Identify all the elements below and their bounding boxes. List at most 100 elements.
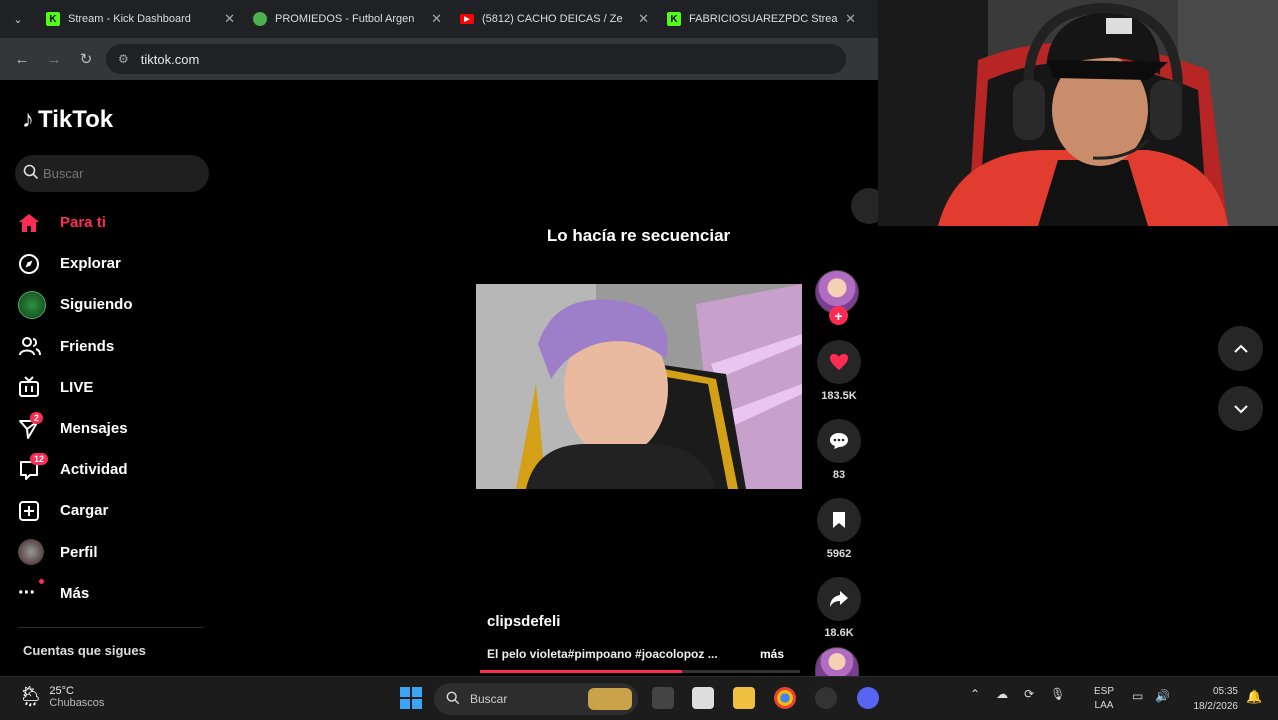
url-input[interactable]: ⚙ tiktok.com [106, 44, 846, 74]
discord-icon[interactable] [857, 687, 879, 709]
close-icon[interactable]: ✕ [431, 11, 442, 27]
clock[interactable]: 05:35 18/2/2026 [1182, 684, 1239, 714]
comment-icon[interactable] [817, 419, 861, 463]
task-view-icon[interactable] [652, 687, 674, 709]
store-icon[interactable] [692, 687, 714, 709]
forward-arrow-icon[interactable]: → [42, 47, 66, 71]
tiktok-page: ♪ TikTok Para ti Explorar Siguiendo [0, 80, 887, 683]
search-icon[interactable] [23, 164, 39, 183]
notifications-icon[interactable]: 🔔 [1246, 689, 1262, 705]
sidebar-item-label: Para ti [60, 214, 106, 232]
video-progress-bar[interactable] [480, 670, 800, 673]
reload-icon[interactable]: ↻ [74, 47, 98, 71]
previous-video-button[interactable] [1218, 326, 1263, 371]
sidebar-divider [18, 627, 204, 628]
browser-tab[interactable]: K Stream - Kick Dashboard ✕ [36, 0, 243, 38]
video-player[interactable] [476, 284, 802, 489]
browser-tab[interactable]: PROMIEDOS - Futbol Argen ✕ [243, 0, 450, 38]
weather-desc: Chubascos [49, 696, 105, 709]
site-settings-icon[interactable]: ⚙ [118, 52, 129, 66]
input-language[interactable]: ESP LAA [1094, 685, 1114, 713]
friends-icon [18, 334, 50, 358]
browser-tab[interactable]: ▶ (5812) CACHO DEICAS / Ze ✕ [450, 0, 657, 38]
sidebar-item-label: Friends [60, 337, 115, 355]
taskbar-search[interactable]: Buscar [434, 683, 638, 715]
save-action: 5962 [815, 498, 863, 562]
tab-title: Stream - Kick Dashboard [68, 13, 191, 25]
windows-taskbar: 🌦 25°C Chubascos Buscar ⌃ ☁ ⟳ 🎙 ESP LAA … [0, 676, 1278, 720]
weather-widget[interactable]: 🌦 25°C Chubascos [18, 684, 104, 709]
system-tray: ⌃ ☁ ⟳ 🎙 [970, 687, 1065, 701]
chevron-up-icon[interactable]: ⌃ [970, 687, 980, 701]
windows-start-icon[interactable] [400, 687, 422, 709]
search-input[interactable] [43, 166, 193, 181]
sidebar-item-label: Perfil [60, 543, 98, 561]
notification-dot [39, 579, 44, 585]
close-icon[interactable]: ✕ [845, 11, 856, 27]
next-video-button[interactable] [1218, 386, 1263, 431]
tab-title: FABRICIOSUAREZPDC Strea [689, 13, 838, 25]
bookmark-icon[interactable] [817, 498, 861, 542]
sidebar-item-actividad[interactable]: 12 Actividad [18, 449, 208, 490]
close-icon[interactable]: ✕ [224, 11, 235, 27]
sidebar-item-siguiendo[interactable]: Siguiendo [18, 284, 208, 325]
sidebar-item-label: Actividad [60, 461, 128, 479]
close-icon[interactable]: ✕ [638, 11, 649, 27]
promiedos-icon [253, 12, 267, 26]
video-author[interactable]: clipsdefeli [487, 613, 560, 630]
comment-count: 83 [832, 469, 846, 481]
browser-tab[interactable]: K FABRICIOSUAREZPDC Strea ✕ [657, 0, 864, 38]
sync-icon[interactable]: ⟳ [1024, 687, 1034, 701]
creator-avatar[interactable]: + [815, 270, 859, 325]
video-actions: + 183.5K 83 5962 18.6K [815, 270, 863, 683]
follow-plus-icon[interactable]: + [829, 306, 848, 325]
sidebar-item-live[interactable]: LIVE [18, 367, 208, 408]
save-count: 5962 [826, 548, 852, 560]
network-icon[interactable]: ▭ [1132, 689, 1143, 703]
sidebar-item-friends[interactable]: Friends [18, 326, 208, 367]
tab-search-chevron-icon[interactable]: ⌄ [0, 0, 36, 38]
tiktok-logo[interactable]: ♪ TikTok [22, 106, 113, 134]
chevron-down-icon [1233, 404, 1248, 413]
rain-cloud-icon: 🌦 [18, 686, 44, 708]
microphone-icon[interactable]: 🎙 [1050, 687, 1065, 701]
sidebar-item-cargar[interactable]: Cargar [18, 490, 208, 531]
clock-date: 18/2/2026 [1193, 701, 1239, 712]
share-count: 18.6K [824, 627, 854, 639]
sidebar-item-label: Explorar [60, 255, 121, 273]
obs-icon[interactable] [815, 687, 837, 709]
more-dots-icon: ··· [18, 579, 50, 605]
compass-icon [18, 252, 50, 276]
profile-avatar-icon [18, 539, 50, 566]
sidebar-item-mensajes[interactable]: 2 Mensajes [18, 408, 208, 449]
back-arrow-icon[interactable]: ← [10, 47, 34, 71]
file-explorer-icon[interactable] [733, 687, 755, 709]
sidebar-nav: Para ti Explorar Siguiendo Friends LIVE [18, 202, 208, 614]
sidebar-item-explorar[interactable]: Explorar [18, 243, 208, 284]
like-count: 183.5K [821, 390, 857, 402]
sidebar-item-label: Siguiendo [60, 296, 133, 314]
following-accounts-header: Cuentas que sigues [23, 643, 146, 658]
taskbar-search-label: Buscar [470, 692, 508, 706]
search-highlight-icon [588, 688, 632, 710]
sidebar-item-para-ti[interactable]: Para ti [18, 202, 208, 243]
caption-more-button[interactable]: más [760, 647, 784, 661]
chrome-icon[interactable] [774, 687, 796, 709]
live-tv-icon [18, 375, 50, 399]
upload-icon [18, 499, 50, 523]
sidebar-item-perfil[interactable]: Perfil [18, 532, 208, 573]
volume-icon[interactable]: 🔊 [1155, 689, 1170, 703]
share-icon[interactable] [817, 577, 861, 621]
youtube-icon: ▶ [460, 14, 474, 24]
tiktok-note-icon: ♪ [22, 106, 34, 133]
kick-icon: K [667, 12, 681, 26]
sidebar-item-mas[interactable]: ··· Más [18, 573, 208, 614]
send-icon: 2 [18, 411, 50, 441]
heart-icon[interactable] [817, 340, 861, 384]
cloud-icon[interactable]: ☁ [996, 687, 1008, 701]
webcam-image [878, 0, 1278, 226]
weather-temp: 25°C [49, 684, 74, 697]
video-caption: El pelo violeta#pimpoano #joacolopoz ... [487, 647, 718, 661]
sidebar-item-label: LIVE [60, 378, 94, 396]
sidebar-item-label: Cargar [60, 502, 109, 520]
